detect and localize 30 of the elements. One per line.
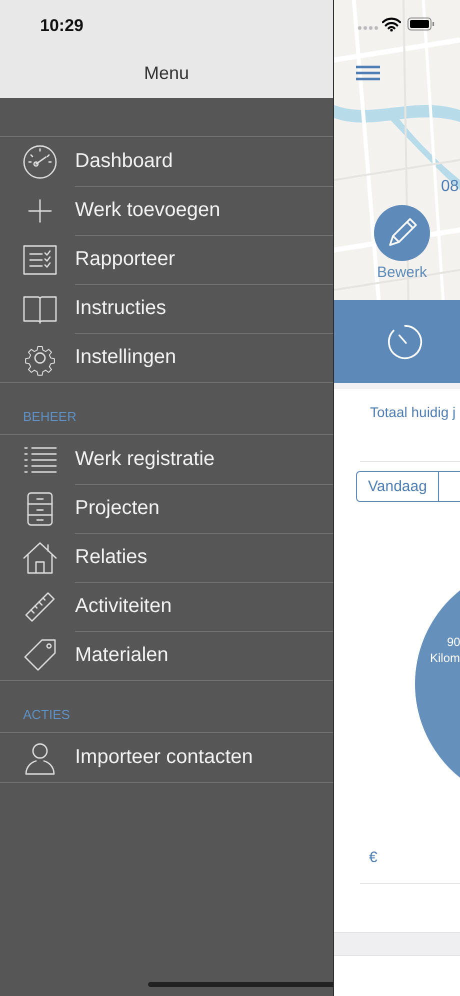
pie-label: 90 — [447, 635, 460, 649]
edit-button[interactable] — [374, 205, 430, 261]
status-time: 10:29 — [40, 16, 84, 36]
menu-title: Menu — [142, 63, 190, 84]
menu-item[interactable]: Instructies — [75, 297, 166, 320]
battery-icon — [407, 17, 435, 31]
tag-icon — [22, 638, 58, 674]
menu-item[interactable]: Relaties — [75, 546, 148, 569]
menu-item[interactable]: Werk toevoegen — [75, 199, 220, 222]
summary-title: Totaal huidig j — [370, 404, 456, 420]
menu-item[interactable]: Importeer contacten — [75, 746, 253, 769]
menu-item[interactable]: Projecten — [75, 497, 160, 520]
menu-item[interactable]: Instellingen — [75, 346, 176, 369]
map-label: 08 — [441, 178, 459, 196]
section-heading: BEHEER — [23, 409, 76, 424]
section-heading: ACTIES — [23, 707, 70, 722]
gauge-icon — [22, 144, 58, 180]
menu-item[interactable]: Materialen — [75, 644, 168, 667]
menu-item[interactable]: Werk registratie — [75, 448, 215, 471]
menu-item[interactable]: Activiteiten — [75, 595, 172, 618]
menu-icon[interactable] — [356, 65, 380, 81]
timer-icon[interactable] — [386, 322, 424, 360]
signal-icon — [357, 25, 379, 31]
house-icon — [22, 540, 58, 576]
wifi-icon — [382, 17, 401, 32]
currency-label: € — [369, 849, 378, 866]
segment-button[interactable]: Vandaag — [356, 471, 439, 502]
menu-item[interactable]: Rapporteer — [75, 248, 176, 271]
menu-item[interactable]: Dashboard — [75, 150, 173, 173]
pie-label: Kilom — [430, 651, 460, 665]
